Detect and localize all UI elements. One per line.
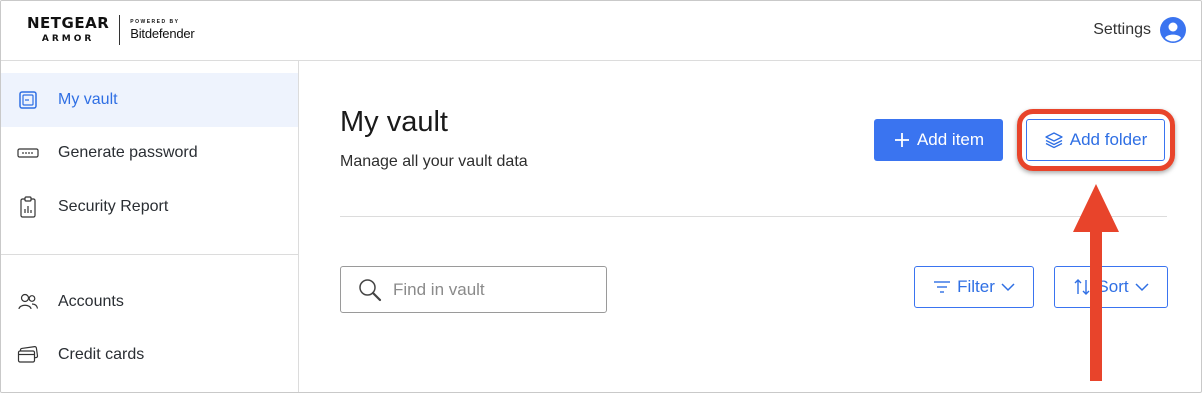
sidebar-item-accounts[interactable]: Accounts	[1, 275, 298, 329]
page-subtitle: Manage all your vault data	[340, 153, 528, 170]
user-avatar-icon[interactable]	[1159, 16, 1187, 44]
sidebar-item-label: Generate password	[58, 144, 198, 161]
sidebar-item-label: My vault	[58, 91, 118, 108]
sidebar: My vault Generate password Security Repo…	[1, 61, 299, 392]
sort-arrows-icon	[1074, 279, 1090, 295]
credit-cards-icon	[17, 344, 39, 366]
search-box[interactable]	[340, 266, 607, 313]
clipboard-chart-icon	[17, 196, 39, 218]
section-divider	[340, 216, 1167, 217]
password-field-icon	[17, 142, 39, 164]
filter-button[interactable]: Filter	[914, 266, 1034, 308]
add-folder-button[interactable]: Add folder	[1026, 119, 1165, 161]
filter-label: Filter	[957, 277, 995, 296]
logo-netgear-text: NETGEAR	[27, 14, 110, 32]
add-item-button[interactable]: Add item	[874, 119, 1003, 161]
sidebar-item-label: Accounts	[58, 293, 124, 310]
app-window: NETGEAR ARMOR POWERED BY Bitdefender Set…	[0, 0, 1202, 393]
sidebar-item-credit-cards[interactable]: Credit cards	[1, 328, 298, 382]
logo-armor-text: ARMOR	[41, 34, 95, 44]
page-title: My vault	[340, 106, 448, 138]
sort-label: Sort	[1097, 277, 1129, 296]
logo-powered-by-text: POWERED BY	[130, 19, 180, 25]
sidebar-item-generate-password[interactable]: Generate password	[1, 126, 298, 180]
sidebar-item-my-vault[interactable]: My vault	[1, 73, 298, 127]
plus-icon	[894, 133, 909, 147]
sidebar-item-label: Credit cards	[58, 346, 145, 363]
sort-button[interactable]: Sort	[1054, 266, 1168, 308]
top-header: NETGEAR ARMOR POWERED BY Bitdefender Set…	[1, 1, 1201, 61]
search-icon	[359, 278, 382, 301]
add-folder-label: Add folder	[1069, 130, 1148, 149]
sidebar-item-label: Security Report	[58, 198, 169, 215]
settings-label: Settings	[1093, 21, 1151, 38]
layers-icon	[1045, 132, 1063, 149]
logo-bitdefender-text: Bitdefender	[130, 26, 195, 41]
add-item-label: Add item	[916, 130, 985, 149]
sidebar-divider	[1, 254, 298, 255]
search-input[interactable]	[393, 279, 593, 300]
chevron-down-icon	[1135, 283, 1149, 292]
chevron-down-icon	[1001, 283, 1015, 292]
sidebar-item-security-report[interactable]: Security Report	[1, 180, 298, 234]
filter-lines-icon	[934, 281, 951, 293]
users-icon	[17, 291, 39, 313]
netgear-armor-bitdefender-logo: NETGEAR ARMOR POWERED BY Bitdefender	[27, 13, 195, 47]
vault-icon	[17, 89, 39, 111]
main-content: My vault Manage all your vault data Add …	[299, 61, 1201, 392]
settings-button[interactable]: Settings	[1093, 16, 1187, 44]
